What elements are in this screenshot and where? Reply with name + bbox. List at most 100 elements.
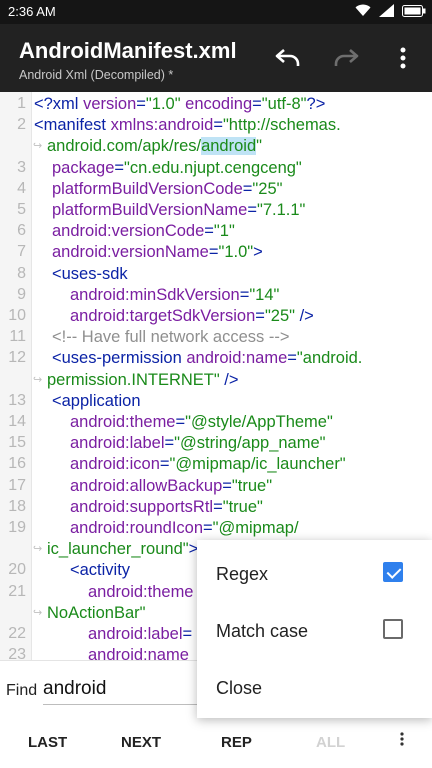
code-line: 1 <?xml version="1.0" encoding="utf-8"?> [0, 93, 432, 115]
code-token: android:name [186, 349, 288, 368]
code-token: "1" [213, 222, 235, 241]
close-label: Close [216, 678, 263, 698]
code-token: /> [219, 370, 239, 389]
line-number: 12 [8, 349, 26, 367]
code-line: 12 <uses-permission android:name="android… [0, 347, 432, 369]
line-number: 21 [8, 582, 26, 600]
line-number: 5 [17, 201, 26, 218]
status-time: 2:36 AM [8, 4, 56, 19]
overflow-menu-button[interactable] [387, 42, 419, 74]
code-token: "7.1.1" [256, 201, 306, 219]
code-text: permission.INTERNET" /> [47, 369, 239, 391]
code-token: = [222, 476, 232, 495]
close-option[interactable]: Close [197, 660, 432, 717]
line-number: 3 [17, 158, 26, 176]
code-line: 17 android:allowBackup="true" [0, 475, 432, 497]
line-number: 20 [8, 561, 26, 579]
line-number: 17 [8, 476, 26, 494]
replace-all-button[interactable]: ALL [316, 734, 345, 751]
code-token: /> [295, 307, 314, 325]
code-line: 14 android:theme="@style/AppTheme" [0, 411, 432, 433]
more-vert-icon [400, 47, 406, 69]
code-text: android:label= [88, 623, 192, 645]
code-token: "true" [222, 497, 263, 516]
code-token: "1.0" [218, 243, 254, 262]
line-number: 11 [9, 328, 26, 346]
wrap-indicator-icon: ↪ [33, 140, 43, 153]
code-text: android:roundIcon="@mipmap/ [70, 517, 299, 539]
code-line: 4 platformBuildVersionCode="25" [0, 178, 432, 200]
find-input[interactable]: android [43, 678, 198, 705]
find-next-button[interactable]: NEXT [121, 734, 161, 751]
code-text: android:icon="@mipmap/ic_launcher" [70, 453, 346, 475]
code-token: = [164, 434, 175, 453]
code-token: = [136, 95, 146, 113]
signal-icon [379, 4, 394, 17]
code-token: android:supportsRtl [70, 497, 214, 516]
code-token: version [83, 95, 137, 113]
code-token: "25" [252, 179, 283, 198]
regex-option[interactable]: Regex [197, 546, 432, 603]
code-line: 8 <uses-sdk [0, 263, 432, 285]
code-text: <activity [70, 559, 130, 581]
code-token: <!-- Have full network access --> [52, 328, 290, 347]
code-token: <activity [70, 561, 131, 580]
code-token: package [52, 158, 115, 177]
code-token: = [114, 158, 125, 177]
code-token: > [253, 243, 263, 262]
code-token: android:allowBackup [70, 476, 223, 495]
code-token: = [242, 179, 253, 198]
wrap-indicator-icon: ↪ [33, 543, 43, 556]
find-last-button[interactable]: LAST [28, 734, 67, 751]
code-line: 19 android:roundIcon="@mipmap/ [0, 517, 432, 539]
line-number: 16 [8, 455, 26, 473]
line-number: 22 [8, 625, 26, 642]
code-line: 5 platformBuildVersionName="7.1.1" [0, 199, 432, 221]
undo-button[interactable] [272, 42, 304, 74]
code-line: 16 android:icon="@mipmap/ic_launcher" [0, 453, 432, 475]
code-line: 2 <manifest xmlns:android="http://schemas… [0, 114, 432, 136]
code-token: "1.0" [145, 95, 181, 113]
code-text: <application [52, 390, 141, 412]
code-token: "@mipmap/ [212, 519, 299, 537]
code-text: android:allowBackup="true" [70, 475, 272, 497]
match-case-option[interactable]: Match case [197, 603, 432, 660]
code-text: ic_launcher_round"> [47, 538, 198, 560]
code-text: android:versionName="1.0"> [52, 241, 263, 263]
status-icons [355, 4, 426, 17]
code-line: 11 <!-- Have full network access --> [0, 326, 432, 348]
regex-checkbox[interactable] [383, 562, 403, 582]
redo-button[interactable] [330, 42, 362, 74]
code-text: android:minSdkVersion="14" [70, 284, 279, 306]
code-token: android:versionCode [52, 222, 205, 241]
code-token: platformBuildVersionCode [52, 179, 243, 198]
find-more-button[interactable] [400, 732, 404, 750]
code-token: "utf-8" [261, 95, 307, 113]
code-token: android:roundIcon [70, 519, 204, 537]
battery-icon [402, 4, 426, 17]
code-text: android:targetSdkVersion="25" /> [70, 305, 314, 327]
redo-icon [334, 49, 359, 66]
more-vert-icon [400, 732, 404, 746]
code-line: 7 android:versionName="1.0"> [0, 241, 432, 263]
replace-button[interactable]: REP [221, 734, 252, 751]
code-text: <?xml version="1.0" encoding="utf-8"?> [34, 93, 325, 115]
file-subtitle: Android Xml (Decompiled) * [19, 68, 174, 82]
code-text: android:supportsRtl="true" [70, 496, 263, 518]
code-token: android:minSdkVersion [70, 285, 240, 304]
code-token: "@mipmap/ic_launcher" [169, 455, 346, 474]
code-line: ↪ android.com/apk/res/android" [0, 135, 432, 157]
code-text: <uses-sdk [52, 263, 128, 285]
code-token: "cn.edu.njupt.cengceng" [124, 158, 302, 177]
code-text: <!-- Have full network access --> [52, 326, 290, 348]
code-line: 9 android:minSdkVersion="14" [0, 284, 432, 306]
find-label: Find [6, 682, 38, 699]
app-bar: AndroidManifest.xml Android Xml (Decompi… [0, 24, 432, 92]
code-token: android.com/apk/res/ [47, 137, 202, 156]
match-case-checkbox[interactable] [383, 619, 403, 639]
code-token: = [182, 625, 193, 643]
code-text: package="cn.edu.njupt.cengceng" [52, 157, 302, 179]
code-token: <uses-permission [52, 349, 187, 368]
code-token: android:icon [70, 455, 160, 474]
code-token: "android. [296, 349, 363, 368]
